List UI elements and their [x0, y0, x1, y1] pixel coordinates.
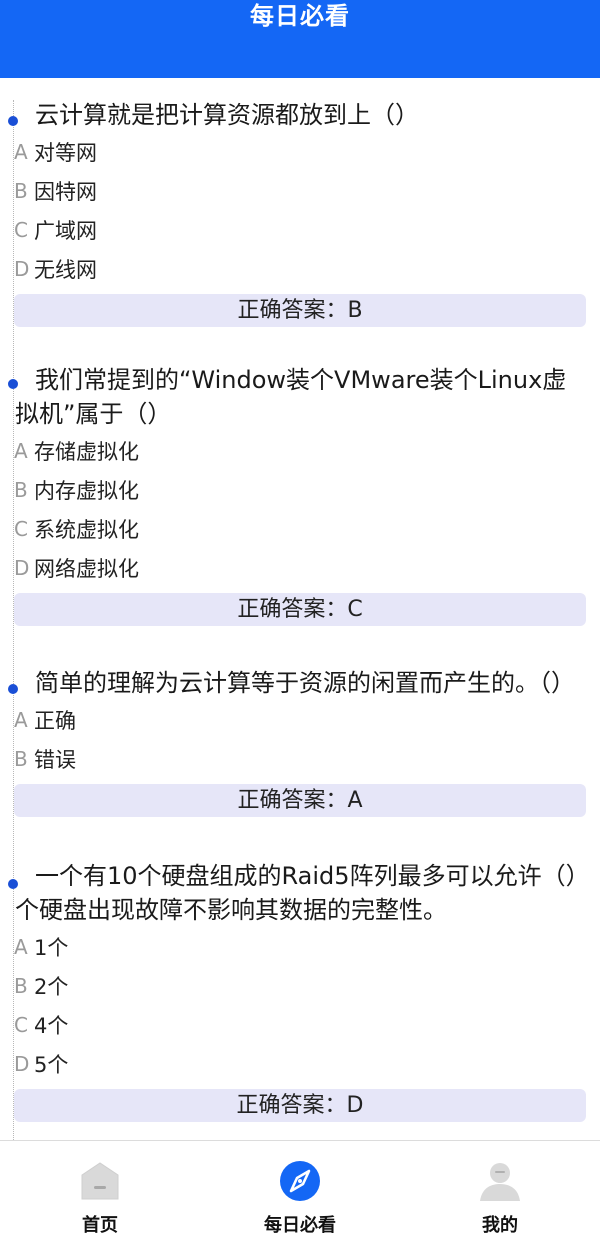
tab-label: 我的 — [482, 1215, 518, 1236]
option-letter: A — [14, 934, 28, 959]
option-a[interactable]: A 正确 — [0, 700, 600, 739]
question-list[interactable]: 云计算就是把计算资源都放到上（） A 对等网 B 因特网 C 广域网 D 无线网 正确答… — [0, 78, 600, 1140]
option-letter: B — [14, 746, 28, 771]
option-a[interactable]: A 1个 — [0, 927, 600, 966]
tab-mine[interactable]: 我的 — [400, 1141, 600, 1251]
option-letter: B — [14, 477, 28, 502]
option-text: 广域网 — [34, 218, 97, 243]
option-a[interactable]: A 存储虚拟化 — [0, 431, 600, 470]
option-d[interactable]: D 5个 — [0, 1044, 600, 1083]
option-b[interactable]: B 错误 — [0, 739, 600, 778]
question-card: 我们常提到的“Window装个VMware装个Linux虚拟机”属于（） A 存储… — [0, 327, 600, 626]
option-b[interactable]: B 内存虚拟化 — [0, 470, 600, 509]
option-text: 错误 — [34, 747, 76, 772]
correct-answer-banner: 正确答案：C — [14, 593, 586, 626]
bullet-dot-icon — [8, 116, 18, 126]
page-title: 每日必看 — [250, 2, 350, 30]
tab-label: 首页 — [82, 1215, 118, 1236]
option-text: 对等网 — [34, 140, 97, 165]
option-text: 内存虚拟化 — [34, 478, 139, 503]
tab-home[interactable]: 首页 — [0, 1141, 200, 1251]
tab-daily[interactable]: 每日必看 — [200, 1141, 400, 1251]
question-card: 云计算就是把计算资源都放到上（） A 对等网 B 因特网 C 广域网 D 无线网 正确答… — [0, 78, 600, 327]
option-text: 存储虚拟化 — [34, 439, 139, 464]
question-text: 一个有10个硬盘组成的Raid5阵列最多可以允许（）个硬盘出现故障不影响其数据的… — [15, 862, 578, 924]
option-text: 4个 — [34, 1013, 69, 1038]
home-icon — [81, 1162, 119, 1200]
option-letter: C — [14, 1012, 28, 1037]
option-letter: B — [14, 178, 28, 203]
option-letter: A — [14, 707, 28, 732]
option-text: 2个 — [34, 974, 69, 999]
compass-icon — [280, 1161, 320, 1201]
option-c[interactable]: C 4个 — [0, 1005, 600, 1044]
option-d[interactable]: D 无线网 — [0, 249, 600, 288]
bottom-tab-bar: 首页 每日必看 我的 — [0, 1140, 600, 1251]
option-text: 1个 — [34, 935, 69, 960]
bullet-dot-icon — [8, 684, 18, 694]
option-text: 因特网 — [34, 179, 97, 204]
bullet-dot-icon — [8, 379, 18, 389]
option-letter: B — [14, 973, 28, 998]
option-letter: D — [14, 256, 30, 281]
question-card: 一个有10个硬盘组成的Raid5阵列最多可以允许（）个硬盘出现故障不影响其数据的… — [0, 817, 600, 1122]
option-letter: A — [14, 139, 28, 164]
correct-answer-banner: 正确答案：A — [14, 784, 586, 817]
tab-label: 每日必看 — [264, 1215, 336, 1236]
option-text: 5个 — [34, 1052, 69, 1077]
correct-answer-banner: 正确答案：B — [14, 294, 586, 327]
option-text: 无线网 — [34, 257, 97, 282]
option-c[interactable]: C 广域网 — [0, 210, 600, 249]
bullet-dot-icon — [8, 879, 18, 889]
top-header: 每日必看 — [0, 0, 600, 78]
user-icon — [480, 1163, 520, 1201]
option-b[interactable]: B 因特网 — [0, 171, 600, 210]
question-text: 云计算就是把计算资源都放到上（） — [35, 101, 419, 129]
option-letter: C — [14, 516, 28, 541]
option-text: 正确 — [34, 708, 76, 733]
option-letter: D — [14, 1051, 30, 1076]
option-text: 系统虚拟化 — [34, 517, 139, 542]
option-c[interactable]: C 系统虚拟化 — [0, 509, 600, 548]
question-text: 简单的理解为云计算等于资源的闲置而产生的。（） — [35, 669, 575, 697]
option-letter: A — [14, 438, 28, 463]
question-text: 我们常提到的“Window装个VMware装个Linux虚拟机”属于（） — [15, 366, 567, 428]
option-text: 网络虚拟化 — [34, 556, 139, 581]
question-card: 简单的理解为云计算等于资源的闲置而产生的。（） A 正确 B 错误 正确答案：A — [0, 626, 600, 817]
option-d[interactable]: D 网络虚拟化 — [0, 548, 600, 587]
option-a[interactable]: A 对等网 — [0, 132, 600, 171]
option-letter: D — [14, 555, 30, 580]
correct-answer-banner: 正确答案：D — [14, 1089, 586, 1122]
option-b[interactable]: B 2个 — [0, 966, 600, 1005]
option-letter: C — [14, 217, 28, 242]
